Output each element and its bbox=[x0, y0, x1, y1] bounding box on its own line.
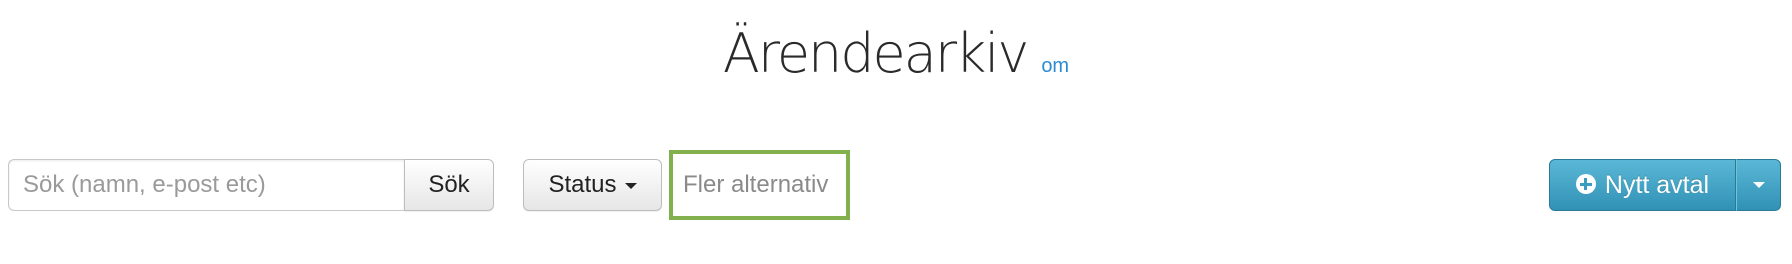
search-input[interactable] bbox=[8, 159, 404, 211]
new-deal-split-button: Nytt avtal bbox=[1549, 159, 1781, 211]
page: Ärendearkiv om Sök Status Fler alternativ… bbox=[0, 0, 1792, 264]
page-title: Ärendearkiv bbox=[722, 22, 1029, 85]
status-label: Status bbox=[548, 171, 617, 198]
plus-circle-icon bbox=[1575, 174, 1596, 194]
new-deal-dropdown-toggle[interactable] bbox=[1736, 159, 1781, 211]
caret-down-icon bbox=[1752, 182, 1765, 188]
page-header: Ärendearkiv om bbox=[0, 22, 1792, 85]
search-button[interactable]: Sök bbox=[404, 159, 494, 211]
new-deal-label: Nytt avtal bbox=[1604, 170, 1710, 199]
about-link[interactable]: om bbox=[1041, 55, 1069, 77]
status-dropdown-button[interactable]: Status bbox=[523, 159, 662, 211]
caret-down-icon bbox=[624, 183, 637, 189]
new-deal-button[interactable]: Nytt avtal bbox=[1549, 159, 1736, 211]
more-options-link[interactable]: Fler alternativ bbox=[669, 150, 850, 220]
search-group: Sök bbox=[8, 159, 494, 211]
